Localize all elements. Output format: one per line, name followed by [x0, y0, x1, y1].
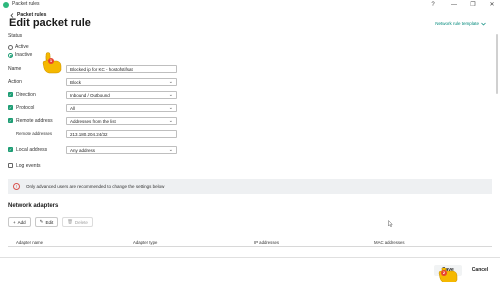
footer-divider	[0, 257, 500, 258]
radio-button[interactable]	[8, 44, 13, 50]
protocol-checkbox-label[interactable]: ✓ Protocol	[8, 105, 66, 111]
status-label: Status	[8, 33, 23, 39]
name-row: Name Blocked ip for KC - hostofstifsat	[8, 64, 178, 73]
local-address-checkbox-label[interactable]: ✓ Local address	[8, 147, 66, 153]
plus-icon: +	[13, 219, 16, 225]
chevron-down-icon: ⌄	[168, 78, 173, 85]
local-address-select[interactable]: Any address ⌄	[66, 145, 177, 154]
local-address-row: ✓ Local address Any address ⌄	[8, 145, 178, 154]
remote-address-value: Addresses from the list	[70, 118, 116, 124]
action-value: Block	[70, 79, 82, 85]
chevron-down-icon: ⌄	[168, 104, 173, 111]
chevron-down-icon	[481, 22, 486, 25]
checkbox-checked[interactable]: ✓	[8, 147, 13, 152]
direction-checkbox-label[interactable]: ✓ Direction	[8, 92, 66, 98]
adapters-table-header: Adapter name Adapter type IP addresses M…	[8, 238, 492, 247]
add-button[interactable]: + Add	[8, 217, 31, 227]
chevron-down-icon: ⌄	[168, 146, 173, 153]
app-icon	[3, 2, 9, 8]
maximize-button[interactable]: ❐	[467, 0, 479, 11]
page-title: Edit packet rule	[9, 17, 91, 29]
remote-address-row: ✓ Remote address Addresses from the list…	[8, 116, 178, 125]
checkbox-checked[interactable]: ✓	[8, 118, 13, 123]
remote-addresses-row: Remote addresses 213.180.204.24/32	[8, 129, 178, 138]
add-label: Add	[17, 219, 26, 225]
close-button[interactable]: ✕	[486, 0, 498, 11]
minimize-button[interactable]: —	[448, 0, 460, 11]
local-address-label: Local address	[16, 146, 48, 153]
checkbox-checked[interactable]: ✓	[8, 92, 13, 97]
action-label: Action	[8, 78, 22, 85]
hand-pointer-icon	[438, 268, 458, 282]
scrollbar[interactable]	[496, 34, 498, 94]
warning-circle-icon: !	[13, 183, 20, 190]
protocol-row: ✓ Protocol All ⌄	[8, 103, 178, 112]
radio-label: Inactive	[15, 52, 33, 58]
delete-label: Delete	[74, 219, 88, 225]
direction-value: Inbound / Outbound	[70, 92, 110, 98]
remote-address-checkbox-label[interactable]: ✓ Remote address	[8, 118, 66, 124]
remote-addresses-label: Remote addresses	[16, 131, 53, 136]
column-header-adapter-type[interactable]: Adapter type	[133, 240, 157, 245]
delete-button[interactable]: 🗑 Delete	[62, 217, 93, 227]
adapters-toolbar: + Add ✎ Edit 🗑 Delete	[8, 217, 93, 227]
direction-label: Direction	[16, 91, 36, 98]
checkbox-unchecked[interactable]	[8, 163, 13, 168]
chevron-down-icon: ⌄	[168, 91, 173, 98]
log-events-row: Log events	[8, 161, 178, 170]
template-link-label: Network rule template	[435, 21, 479, 26]
mouse-cursor-icon	[388, 220, 393, 227]
protocol-select[interactable]: All ⌄	[66, 103, 177, 112]
edit-button[interactable]: ✎ Edit	[34, 217, 59, 227]
direction-row: ✓ Direction Inbound / Outbound ⌄	[8, 90, 178, 99]
direction-select[interactable]: Inbound / Outbound ⌄	[66, 90, 177, 99]
window-title: Packet rules	[12, 1, 40, 7]
network-rule-template-link[interactable]: Network rule template	[435, 21, 486, 26]
info-text: Only advanced users are recommended to c…	[26, 184, 165, 189]
trash-icon: 🗑	[67, 219, 73, 224]
column-header-adapter-name[interactable]: Adapter name	[16, 240, 43, 245]
chevron-down-icon: ⌄	[168, 117, 173, 124]
name-input[interactable]: Blocked ip for KC - hostofstifsat	[66, 64, 177, 73]
remote-address-label: Remote address	[16, 117, 53, 124]
column-header-mac-addresses[interactable]: MAC addresses	[374, 240, 405, 245]
cancel-button[interactable]: Cancel	[466, 265, 494, 276]
protocol-label: Protocol	[16, 104, 35, 111]
tutorial-pointer-hand-2	[436, 268, 460, 282]
local-address-value: Any address	[70, 147, 96, 153]
action-row: Action Block ⌄	[8, 77, 178, 86]
edit-label: Edit	[45, 219, 54, 225]
remote-address-select[interactable]: Addresses from the list ⌄	[66, 116, 177, 125]
status-active-radio[interactable]: Active	[8, 44, 29, 50]
network-adapters-title: Network adapters	[8, 203, 59, 209]
column-header-ip-addresses[interactable]: IP addresses	[254, 240, 279, 245]
title-bar: Packet rules ? — ❐ ✕	[0, 0, 500, 11]
checkbox-checked[interactable]: ✓	[8, 105, 13, 110]
info-bar: ! Only advanced users are recommended to…	[8, 179, 492, 194]
radio-button-checked[interactable]	[8, 52, 13, 58]
help-button[interactable]: ?	[427, 0, 439, 11]
remote-addresses-input[interactable]: 213.180.204.24/32	[66, 129, 177, 138]
step-badge-1: 1	[48, 58, 54, 64]
step-badge-2: 2	[441, 270, 447, 276]
status-inactive-radio[interactable]: Inactive	[8, 52, 32, 58]
protocol-value: All	[70, 105, 76, 111]
log-events-checkbox-label[interactable]: Log events	[8, 163, 66, 169]
radio-label: Active	[15, 44, 29, 50]
tutorial-pointer-hand-1: 1	[40, 52, 64, 74]
action-select[interactable]: Block ⌄	[66, 77, 177, 86]
pencil-icon: ✎	[39, 219, 44, 224]
log-events-label: Log events	[16, 162, 41, 169]
